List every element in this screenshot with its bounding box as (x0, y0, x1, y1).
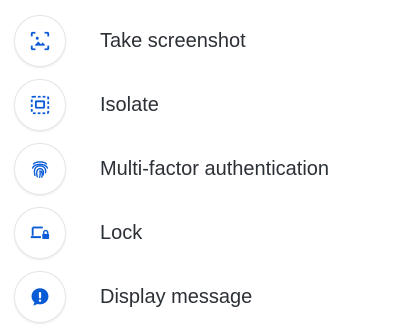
isolate-icon (30, 95, 50, 115)
fingerprint-icon (31, 161, 49, 178)
actions-menu: Take screenshot Isolate Multi-factor aut… (0, 0, 404, 334)
menu-item-label: Display message (100, 285, 253, 308)
menu-item-display-message[interactable]: Display message (14, 270, 394, 324)
message-alert-icon-button[interactable] (14, 271, 66, 323)
menu-item-multi-factor-authentication[interactable]: Multi-factor authentication (14, 142, 394, 196)
screenshot-icon (30, 31, 50, 51)
menu-item-lock[interactable]: Lock (14, 206, 394, 260)
laptop-lock-icon (30, 226, 50, 239)
menu-item-label: Take screenshot (100, 29, 246, 52)
message-alert-icon (31, 288, 49, 306)
menu-item-label: Multi-factor authentication (100, 157, 330, 180)
isolate-icon-button[interactable] (14, 79, 66, 131)
laptop-lock-icon-button[interactable] (14, 207, 66, 259)
menu-item-label: Lock (100, 221, 143, 244)
screenshot-icon-button[interactable] (14, 15, 66, 67)
menu-item-isolate[interactable]: Isolate (14, 78, 394, 132)
menu-item-label: Isolate (100, 93, 159, 116)
menu-item-take-screenshot[interactable]: Take screenshot (14, 14, 394, 68)
fingerprint-icon-button[interactable] (14, 143, 66, 195)
